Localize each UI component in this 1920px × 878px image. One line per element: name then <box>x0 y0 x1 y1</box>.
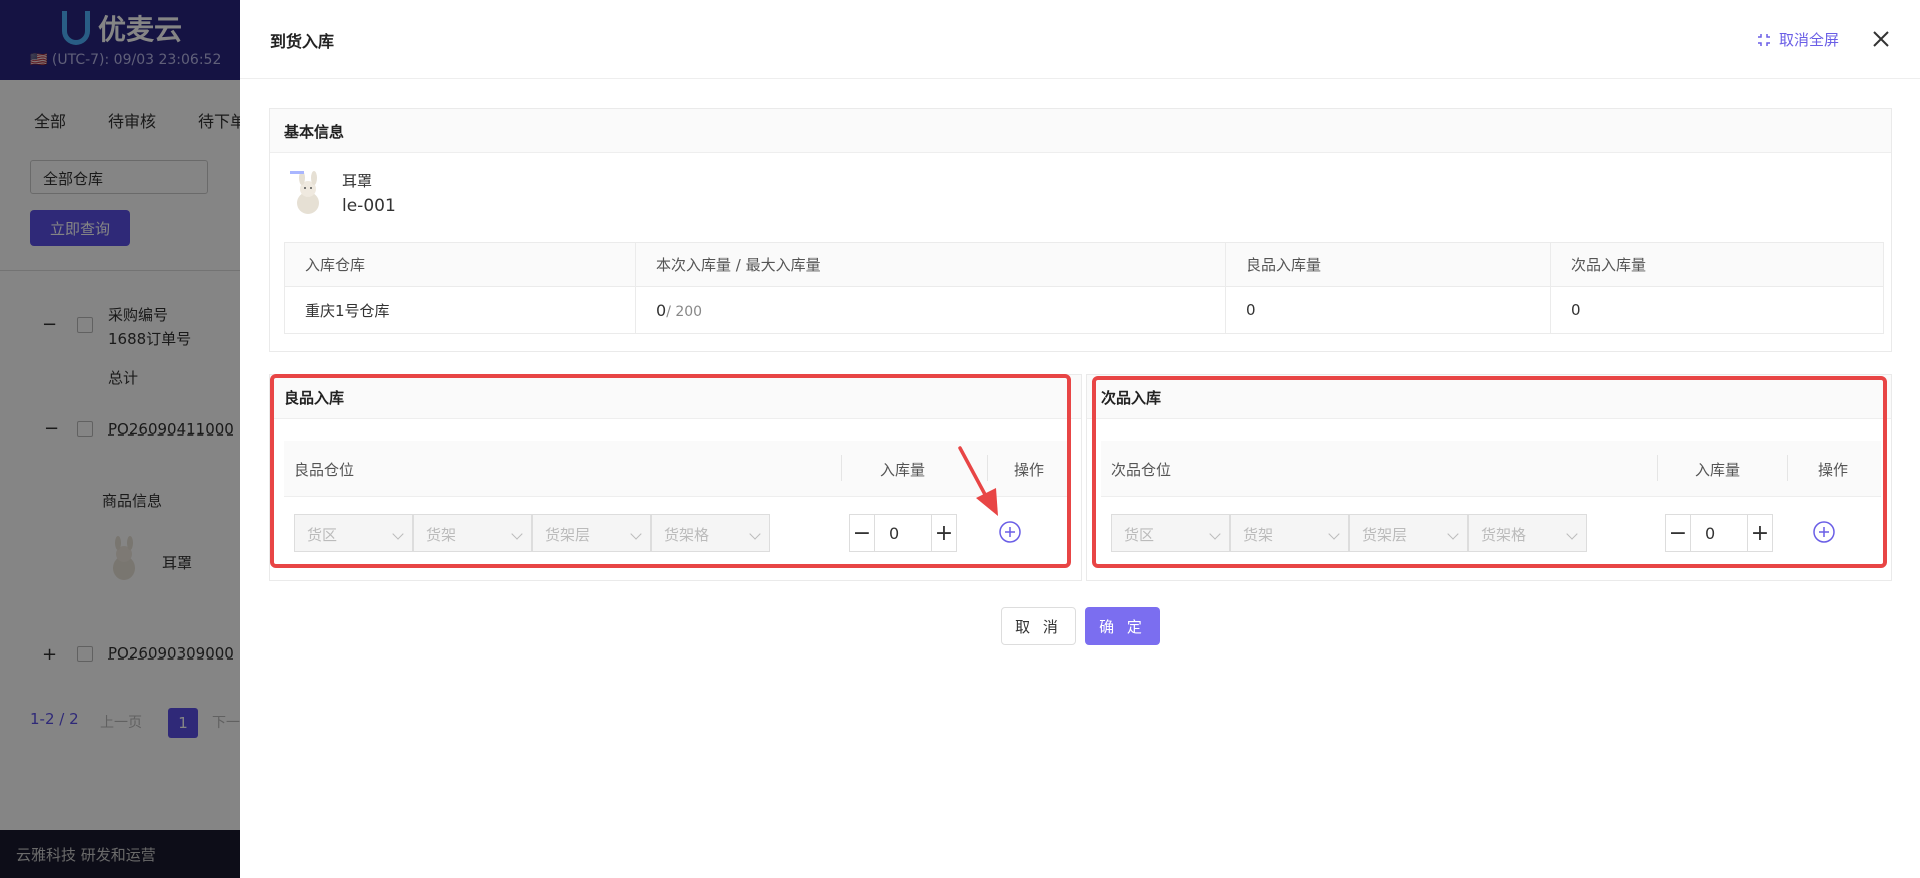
product-text: 耳罩 le-001 <box>342 169 396 219</box>
col-qty-ratio: 本次入库量 / 最大入库量 <box>635 242 1226 287</box>
exit-fullscreen-label: 取消全屏 <box>1779 31 1840 49</box>
col-good-qty: 良品入库量 <box>1225 242 1551 287</box>
current-qty: 0 <box>656 300 667 320</box>
drawer-header: 到货入库 取消全屏 <box>240 0 1920 79</box>
close-icon[interactable] <box>1868 26 1894 52</box>
product-image-icon <box>290 171 319 214</box>
table-header-row: 入库仓库 本次入库量 / 最大入库量 良品入库量 次品入库量 <box>284 242 1884 287</box>
product-name: 耳罩 <box>342 172 373 190</box>
defect-section-highlight <box>1092 376 1887 568</box>
table-row: 重庆1号仓库 0/ 200 0 0 <box>284 286 1884 334</box>
basic-info-title: 基本信息 <box>270 109 1891 153</box>
drawer-title: 到货入库 <box>270 32 335 51</box>
receiving-drawer: 到货入库 取消全屏 基本信息 耳罩 le-001 入库仓库 本次入库量 / 最大… <box>240 0 1920 878</box>
max-qty: / 200 <box>666 303 703 320</box>
confirm-button[interactable]: 确 定 <box>1085 607 1160 645</box>
product-sku: le-001 <box>342 196 396 216</box>
cancel-button[interactable]: 取 消 <box>1001 607 1076 645</box>
exit-fullscreen-button[interactable]: 取消全屏 <box>1757 29 1839 50</box>
inbound-summary-table: 入库仓库 本次入库量 / 最大入库量 良品入库量 次品入库量 重庆1号仓库 0/… <box>284 242 1884 334</box>
product-summary: 耳罩 le-001 <box>288 169 396 219</box>
good-section-highlight <box>270 374 1071 568</box>
cell-qty-ratio: 0/ 200 <box>635 286 1226 334</box>
cell-good-qty: 0 <box>1225 286 1551 334</box>
arrow-pointer-icon <box>958 446 998 516</box>
col-defect-qty: 次品入库量 <box>1550 242 1884 287</box>
exit-fullscreen-icon <box>1758 33 1770 46</box>
basic-info-panel: 基本信息 耳罩 le-001 入库仓库 本次入库量 / 最大入库量 良品入库量 … <box>269 108 1892 352</box>
col-warehouse: 入库仓库 <box>284 242 636 287</box>
cell-defect-qty: 0 <box>1550 286 1884 334</box>
cell-warehouse: 重庆1号仓库 <box>284 286 636 334</box>
